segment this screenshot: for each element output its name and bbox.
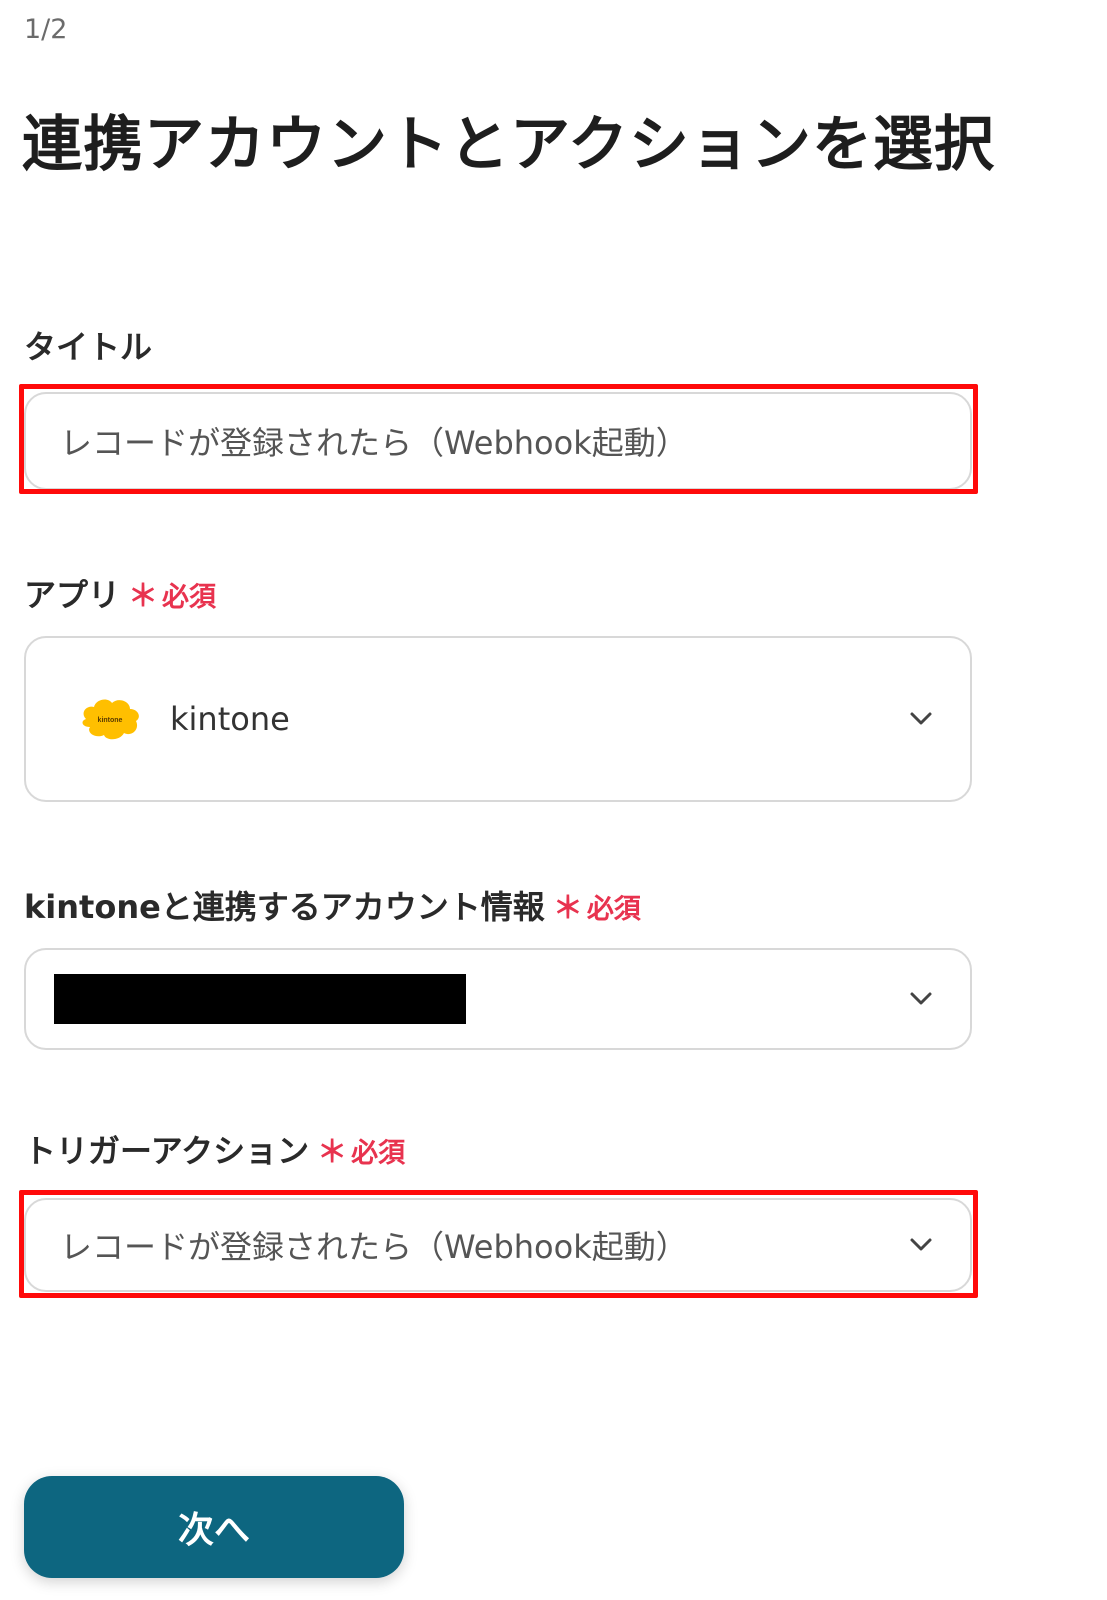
trigger-select[interactable]: レコードが登録されたら（Webhook起動） [24, 1198, 972, 1292]
title-field-label: タイトル [24, 322, 152, 368]
account-label-text: kintoneと連携するアカウント情報 [24, 888, 545, 926]
redacted-account-name [54, 974, 466, 1024]
title-input[interactable] [26, 394, 970, 488]
account-field-label: kintoneと連携するアカウント情報 ＊必須 [24, 882, 641, 928]
app-label-text: アプリ [24, 576, 121, 614]
chevron-down-icon[interactable] [906, 704, 936, 734]
chevron-down-icon[interactable] [906, 984, 936, 1014]
kintone-logo-icon: kintone [76, 693, 144, 745]
app-field-label: アプリ ＊必須 [24, 570, 216, 616]
trigger-selected-value: レコードが登録されたら（Webhook起動） [60, 1228, 688, 1266]
app-selected-value: kintone [170, 700, 290, 738]
next-button[interactable]: 次へ [24, 1476, 404, 1578]
required-badge: ＊必須 [552, 891, 641, 926]
svg-text:kintone: kintone [98, 717, 123, 724]
chevron-down-icon[interactable] [906, 1230, 936, 1260]
page-title: 連携アカウントとアクションを選択 [22, 110, 995, 180]
trigger-field-label: トリガーアクション ＊必須 [24, 1126, 405, 1172]
title-label-text: タイトル [24, 328, 153, 366]
account-select[interactable] [24, 948, 972, 1050]
trigger-label-text: トリガーアクション [24, 1132, 310, 1170]
step-indicator: 1/2 [24, 14, 68, 45]
title-input-box[interactable] [24, 392, 972, 490]
required-badge: ＊必須 [128, 579, 217, 614]
required-badge: ＊必須 [317, 1135, 406, 1170]
app-select[interactable]: kintone kintone [24, 636, 972, 802]
